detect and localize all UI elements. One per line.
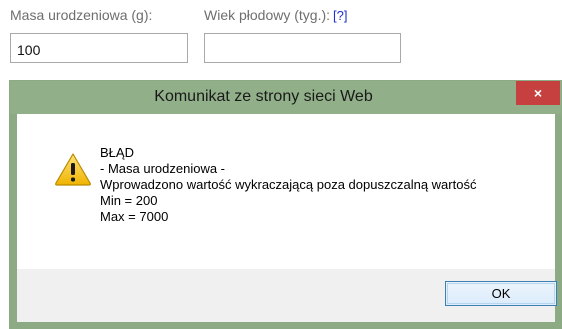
message-line: BŁĄD (100, 145, 134, 160)
warning-icon (55, 153, 91, 186)
age-help-link[interactable]: [?] (333, 8, 347, 23)
alert-dialog: Komunikat ze strony sieci Web × BŁĄD - M… (9, 80, 562, 329)
age-label: Wiek płodowy (tyg.): [?] (204, 7, 348, 23)
mass-label: Masa urodzeniowa (g): (10, 7, 153, 23)
close-button[interactable]: × (516, 81, 560, 105)
dialog-title: Komunikat ze strony sieci Web (154, 88, 373, 105)
dialog-message: BŁĄD - Masa urodzeniowa - Wprowadzono wa… (100, 145, 476, 225)
dialog-titlebar[interactable]: Komunikat ze strony sieci Web × (10, 81, 561, 114)
dialog-footer: OK (17, 269, 557, 322)
message-line: Min = 200 (100, 193, 158, 208)
message-line: - Masa urodzeniowa - (100, 161, 225, 176)
page: Masa urodzeniowa (g): Wiek płodowy (tyg.… (0, 0, 562, 329)
mass-input[interactable] (10, 33, 188, 63)
age-label-text: Wiek płodowy (tyg.): (204, 7, 331, 23)
ok-button[interactable]: OK (445, 281, 557, 306)
age-input[interactable] (204, 33, 401, 63)
dialog-body: BŁĄD - Masa urodzeniowa - Wprowadzono wa… (17, 114, 555, 269)
message-line: Max = 7000 (100, 209, 169, 224)
close-icon: × (533, 85, 543, 101)
message-line: Wprowadzono wartość wykraczającą poza do… (100, 177, 477, 192)
